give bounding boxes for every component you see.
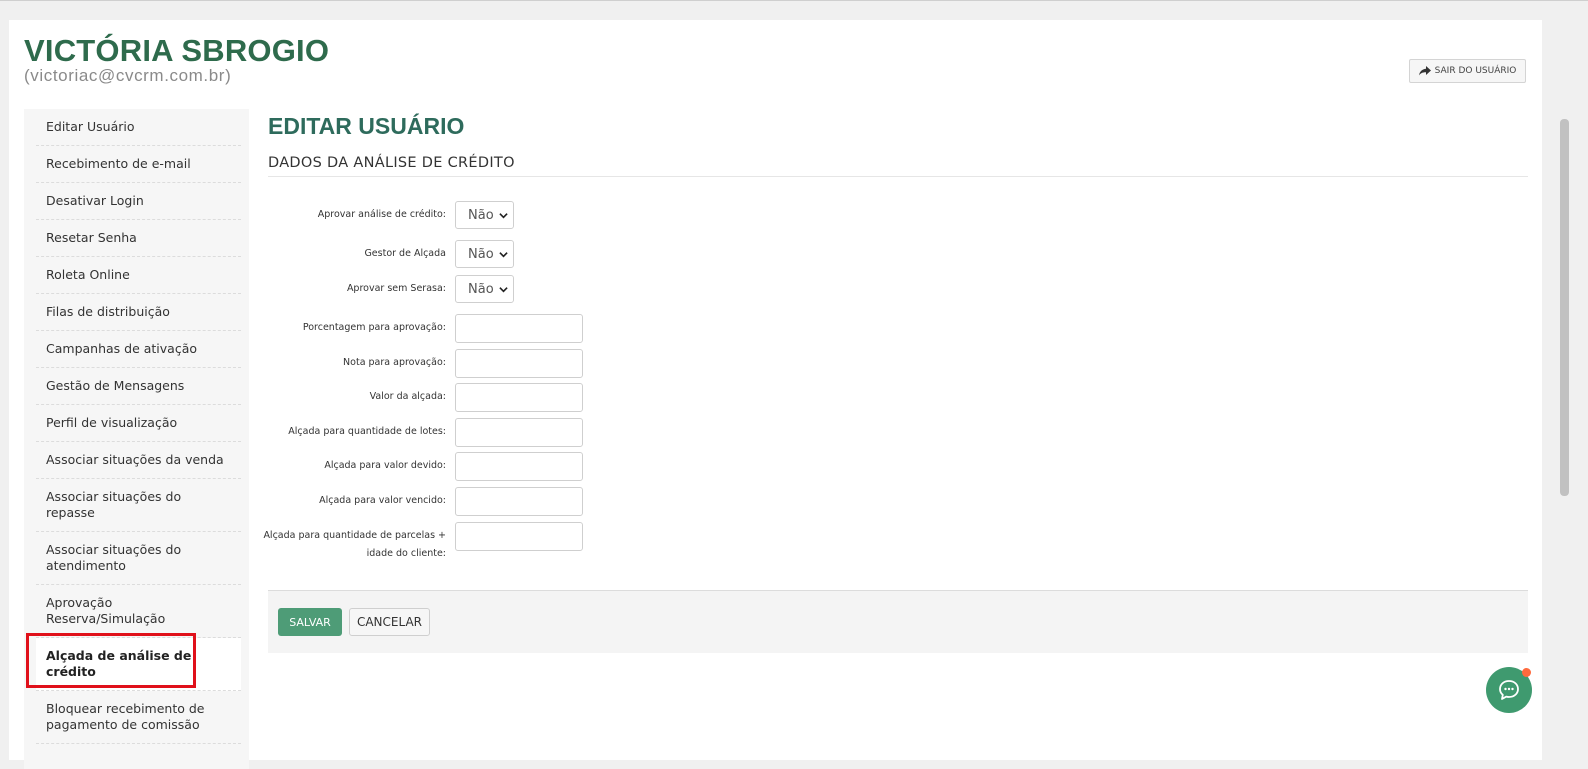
valor-alcada-input[interactable]: [455, 383, 583, 412]
sidebar-item-editar-usuario[interactable]: Editar Usuário: [36, 109, 241, 146]
sidebar-item-situacoes-repasse[interactable]: Associar situações do repasse: [36, 479, 241, 532]
valor-vencido-input[interactable]: [455, 487, 583, 516]
sidebar-item-resetar-senha[interactable]: Resetar Senha: [36, 220, 241, 257]
field-label: Valor da alçada:: [369, 391, 446, 402]
nota-input[interactable]: [455, 349, 583, 378]
logout-button[interactable]: SAIR DO USUÁRIO: [1409, 59, 1526, 83]
sidebar-item-situacoes-atendimento[interactable]: Associar situações do atendimento: [36, 532, 241, 585]
sidebar-item-filas-distribuicao[interactable]: Filas de distribuição: [36, 294, 241, 331]
field-label: Nota para aprovação:: [343, 357, 446, 368]
sidebar-item-bloquear-comissao[interactable]: Bloquear recebimento de pagamento de com…: [36, 691, 241, 744]
user-panel: VICTÓRIA SBROGIO (victoriac@cvcrm.com.br…: [9, 20, 1542, 769]
chevron-down-icon: [499, 252, 508, 258]
sidebar-item-alcada-analise-credito[interactable]: Alçada de análise de crédito: [26, 633, 241, 691]
sidebar-item-aprovacao-reserva[interactable]: Aprovação Reserva/Simulação: [36, 585, 241, 638]
valor-devido-input[interactable]: [455, 452, 583, 481]
qtd-parcelas-input[interactable]: [455, 522, 583, 551]
sidebar-item-perfil-visualizacao[interactable]: Perfil de visualização: [36, 405, 241, 442]
field-label: Alçada para valor vencido:: [319, 495, 446, 506]
sidebar-item-desativar-login[interactable]: Desativar Login: [36, 183, 241, 220]
select-value: Não: [468, 246, 494, 262]
chat-bubble-icon: [1499, 680, 1519, 700]
sidebar-item-roleta-online[interactable]: Roleta Online: [36, 257, 241, 294]
field-label: Aprovar sem Serasa:: [346, 283, 446, 294]
share-arrow-icon: [1418, 66, 1431, 76]
porcentagem-input[interactable]: [455, 314, 583, 343]
logout-label: SAIR DO USUÁRIO: [1434, 66, 1517, 76]
user-name: VICTÓRIA SBROGIO: [24, 33, 330, 68]
form-actions: SALVAR CANCELAR: [268, 590, 1528, 653]
aprovar-sem-serasa-select[interactable]: Não: [455, 275, 514, 303]
select-value: Não: [468, 207, 494, 223]
field-label: Porcentagem para aprovação:: [302, 322, 446, 333]
field-label: Alçada para quantidade de lotes:: [288, 426, 446, 437]
qtd-lotes-input[interactable]: [455, 418, 583, 447]
sidebar-item-gestao-mensagens[interactable]: Gestão de Mensagens: [36, 368, 241, 405]
scrollbar[interactable]: [1560, 119, 1569, 496]
user-email: (victoriac@cvcrm.com.br): [24, 66, 232, 85]
sidebar-item-campanhas-ativacao[interactable]: Campanhas de ativação: [36, 331, 241, 368]
field-label: Alçada para valor devido:: [324, 460, 446, 471]
notification-dot: [1522, 668, 1531, 677]
section-title: DADOS DA ANÁLISE DE CRÉDITO: [268, 155, 1528, 177]
chevron-down-icon: [499, 213, 508, 219]
field-label: Gestor de Alçada: [364, 248, 446, 259]
aprovar-analise-select[interactable]: Não: [455, 201, 514, 229]
gestor-alcada-select[interactable]: Não: [455, 240, 514, 268]
field-label: Aprovar análise de crédito:: [317, 209, 446, 220]
sidebar-item-situacoes-venda[interactable]: Associar situações da venda: [36, 442, 241, 479]
page-title: EDITAR USUÁRIO: [268, 113, 465, 139]
chevron-down-icon: [499, 287, 508, 293]
save-button[interactable]: SALVAR: [278, 608, 342, 636]
select-value: Não: [468, 281, 494, 297]
cancel-button[interactable]: CANCELAR: [349, 608, 430, 636]
field-label: Alçada para quantidade de parcelas + ida…: [263, 530, 446, 559]
sidebar: Editar Usuário Recebimento de e-mail Des…: [24, 109, 249, 769]
sidebar-item-recebimento-email[interactable]: Recebimento de e-mail: [36, 146, 241, 183]
